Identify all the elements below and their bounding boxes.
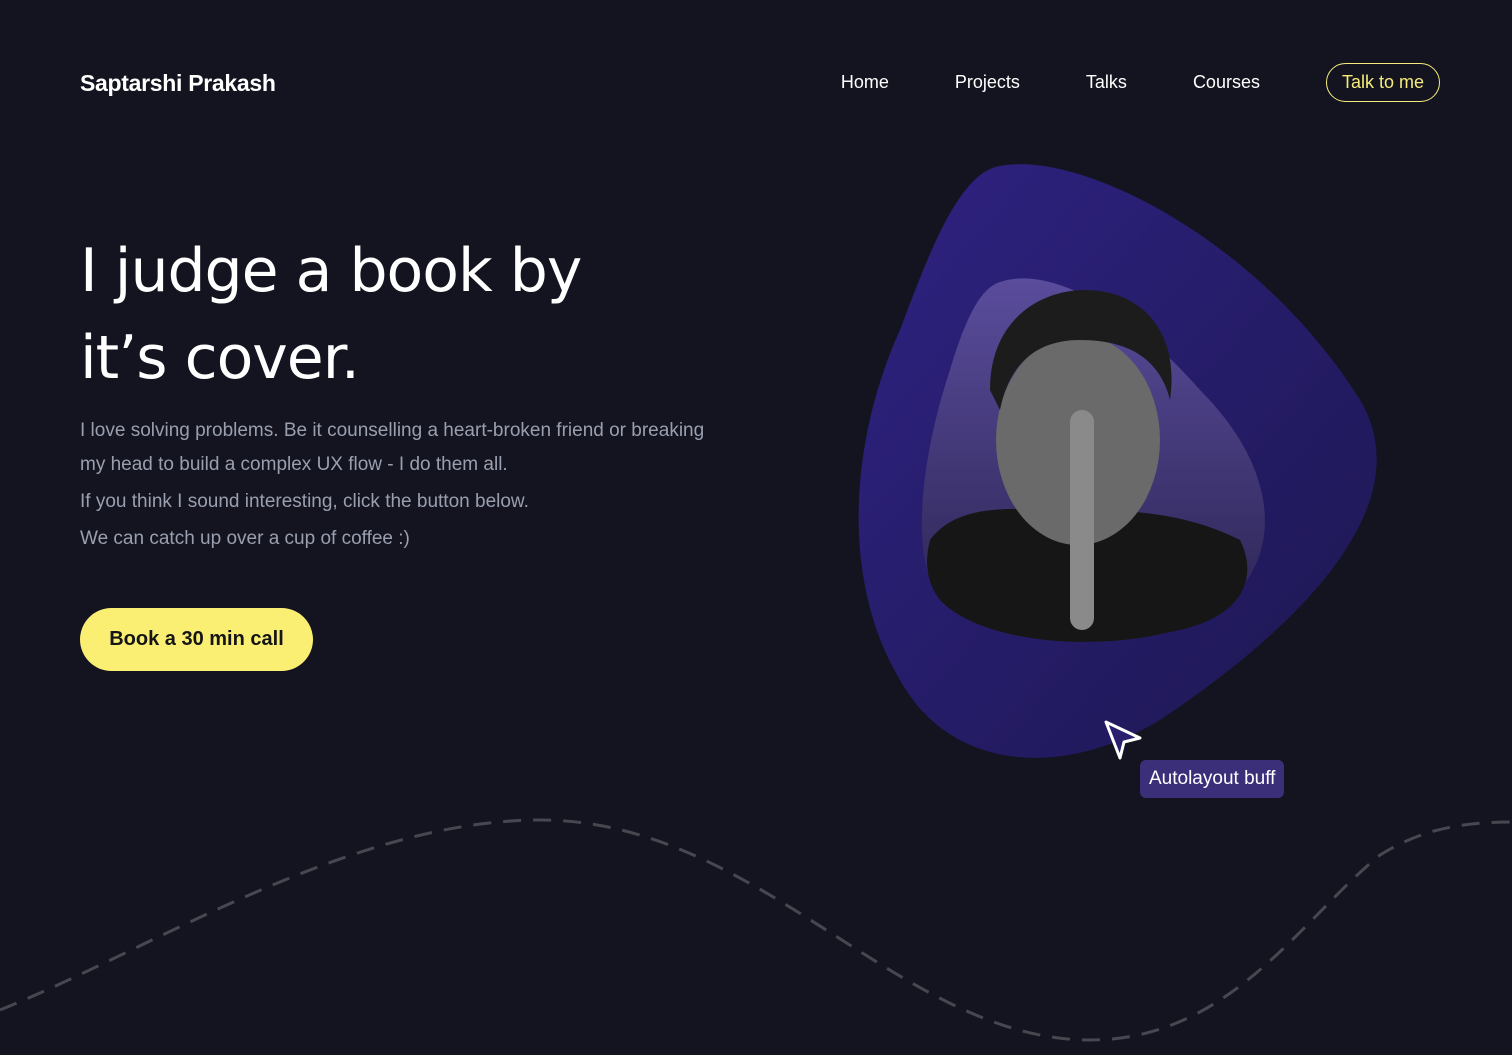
cursor-tooltip: Autolayout buff [1140, 760, 1285, 798]
site-logo[interactable]: Saptarshi Prakash [80, 70, 276, 97]
intro-paragraph-3: We can catch up over a cup of coffee :) [80, 528, 410, 549]
book-call-button[interactable]: Book a 30 min call [80, 608, 313, 671]
hero-title-line1: I judge a book by [80, 236, 582, 306]
decorative-wave [0, 818, 1512, 1042]
portrait-blob [858, 164, 1377, 758]
nav-talks[interactable]: Talks [1086, 72, 1127, 93]
intro-paragraph-2: If you think I sound interesting, click … [80, 491, 529, 512]
intro-paragraph-1: I love solving problems. Be it counselli… [80, 420, 705, 475]
talk-to-me-button[interactable]: Talk to me [1325, 63, 1440, 102]
nav-projects[interactable]: Projects [955, 72, 1020, 93]
cursor-icon [1104, 720, 1142, 760]
nav-courses[interactable]: Courses [1193, 72, 1260, 93]
hero-intro: I love solving problems. Be it counselli… [80, 414, 720, 556]
hero-title-line2: it’s cover. [80, 323, 360, 393]
main-nav: Home Projects Talks Courses Talk to me [841, 63, 1440, 102]
nav-home[interactable]: Home [841, 72, 889, 93]
hero-title: I judge a book by it’s cover. [80, 228, 582, 402]
